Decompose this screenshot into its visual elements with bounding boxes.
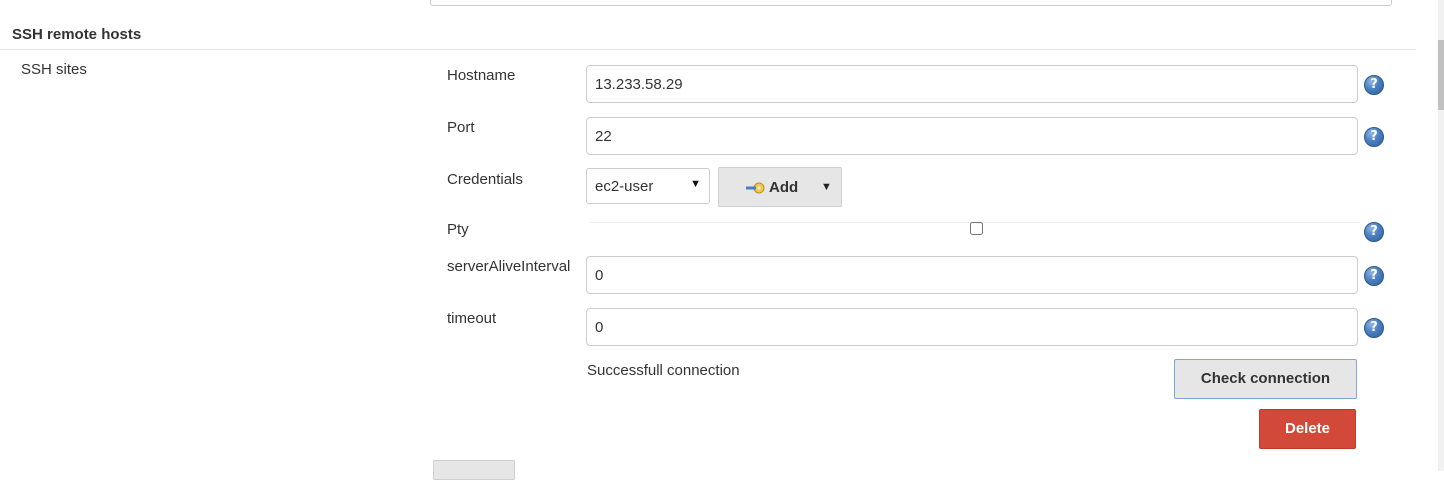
timeout-label: timeout	[447, 310, 497, 327]
add-button-label: Add	[769, 179, 799, 196]
port-label: Port	[447, 119, 475, 136]
section-divider	[0, 49, 1416, 50]
key-icon	[746, 182, 765, 194]
add-site-button[interactable]	[433, 460, 515, 480]
timeout-input[interactable]	[586, 308, 1358, 346]
scrollbar-thumb[interactable]	[1438, 40, 1444, 110]
hostname-label: Hostname	[447, 67, 516, 84]
section-title: SSH remote hosts	[12, 26, 142, 43]
ssh-sites-label: SSH sites	[21, 61, 87, 78]
credentials-select[interactable]: ec2-user ▼	[586, 168, 710, 204]
help-icon[interactable]: ?	[1364, 127, 1384, 147]
caret-down-icon: ▼	[821, 181, 832, 193]
server-alive-interval-label: serverAliveInterval	[447, 258, 571, 275]
hostname-input[interactable]	[586, 65, 1358, 103]
credentials-label: Credentials	[447, 171, 523, 188]
server-alive-interval-input[interactable]	[586, 256, 1358, 294]
vertical-scrollbar[interactable]	[1438, 0, 1444, 471]
delete-button[interactable]: Delete	[1259, 409, 1356, 449]
previous-field[interactable]	[430, 0, 1392, 6]
help-icon[interactable]: ?	[1364, 75, 1384, 95]
pty-checkbox[interactable]	[970, 222, 983, 235]
help-icon[interactable]: ?	[1364, 222, 1384, 242]
connection-status-text: Successfull connection	[587, 362, 740, 379]
help-icon[interactable]: ?	[1364, 266, 1384, 286]
check-connection-button[interactable]: Check connection	[1174, 359, 1357, 399]
help-icon[interactable]: ?	[1364, 318, 1384, 338]
pty-label: Pty	[447, 221, 469, 238]
credentials-selected-value: ec2-user	[595, 178, 654, 195]
port-input[interactable]	[586, 117, 1358, 155]
caret-down-icon: ▼	[690, 178, 701, 190]
add-credentials-button[interactable]: Add ▼	[718, 167, 842, 207]
